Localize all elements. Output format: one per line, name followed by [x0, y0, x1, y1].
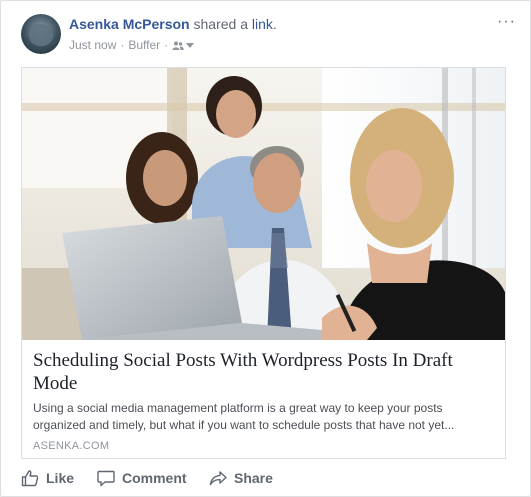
friends-icon: [172, 41, 184, 50]
post-actions-bar: Like Comment Share: [21, 469, 273, 487]
post-action-text: shared a: [193, 16, 248, 32]
post-timestamp[interactable]: Just now: [69, 38, 116, 52]
post-header: Asenka McPerson shared a link.: [69, 16, 277, 32]
app-attribution[interactable]: Buffer: [128, 38, 160, 52]
feed-post-card: Asenka McPerson shared a link. Just now …: [0, 0, 531, 497]
comment-button[interactable]: Comment: [97, 469, 209, 487]
author-avatar[interactable]: [21, 14, 61, 54]
like-label: Like: [46, 470, 75, 486]
shared-link-word[interactable]: link: [252, 16, 273, 32]
office-photo-illustration: [22, 68, 505, 340]
share-button[interactable]: Share: [209, 469, 273, 487]
link-preview-image[interactable]: [22, 68, 505, 340]
audience-selector[interactable]: [172, 41, 195, 50]
link-preview[interactable]: Scheduling Social Posts With Wordpress P…: [21, 67, 506, 459]
thumbs-up-icon: [21, 470, 39, 487]
comment-bubble-icon: [97, 470, 115, 487]
share-arrow-icon: [209, 471, 227, 486]
chevron-down-icon: [186, 42, 195, 48]
like-button[interactable]: Like: [21, 469, 97, 487]
meta-separator: ·: [120, 38, 125, 52]
link-description: Using a social media management platform…: [33, 401, 455, 432]
link-title[interactable]: Scheduling Social Posts With Wordpress P…: [33, 349, 498, 395]
comment-label: Comment: [122, 470, 187, 486]
header-period: .: [272, 16, 277, 32]
more-options-icon[interactable]: ···: [497, 13, 516, 31]
link-domain: ASENKA.COM: [33, 440, 110, 452]
meta-separator-2: ·: [164, 38, 169, 52]
post-meta: Just now · Buffer ·: [69, 38, 195, 52]
share-label: Share: [234, 470, 273, 486]
author-name-link[interactable]: Asenka McPerson: [69, 16, 190, 32]
